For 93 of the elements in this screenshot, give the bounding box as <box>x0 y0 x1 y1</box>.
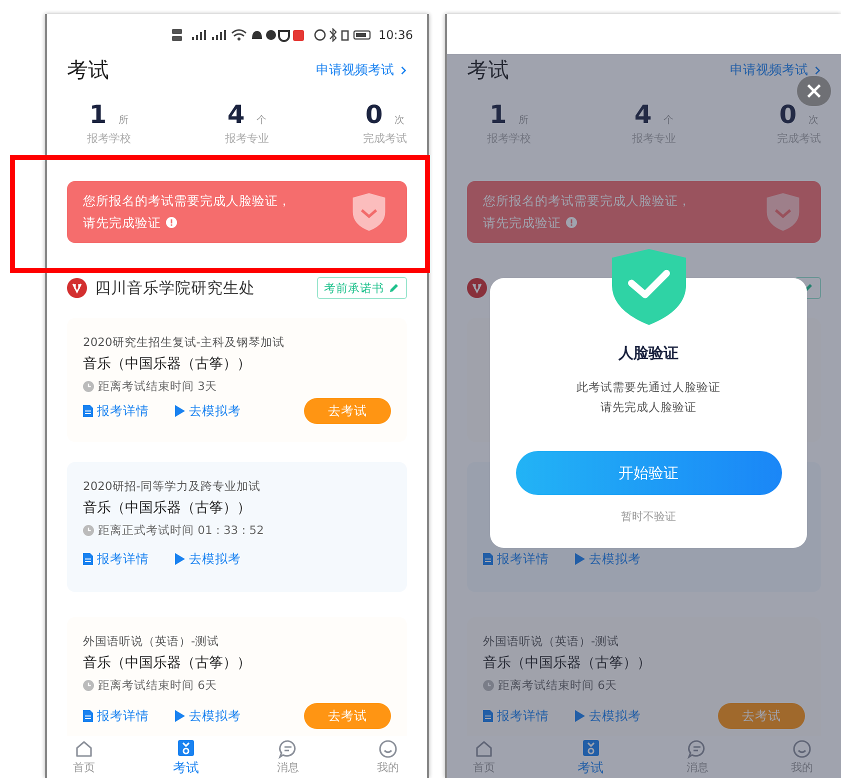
document-icon <box>83 553 93 565</box>
tab-item[interactable]: 我的 <box>377 736 399 778</box>
shield-icon <box>351 192 388 232</box>
stat-unit: 个 <box>664 114 674 127</box>
school-logo-icon <box>67 278 87 298</box>
exam-subject: 音乐（中国乐器（古筝）） <box>483 654 652 673</box>
video-exam-link[interactable]: 申请视频考试 <box>316 61 408 79</box>
tab-item[interactable]: 消息 <box>686 736 708 778</box>
tab-item[interactable]: 消息 <box>277 736 299 778</box>
stat-number: 1 <box>489 102 507 127</box>
clock-icon <box>83 680 94 690</box>
stat-unit: 次 <box>394 114 405 127</box>
stat-label: 报考专业 <box>225 131 270 146</box>
countdown-text: 距离考试结束时间 6天 <box>98 677 217 694</box>
stat-label: 报考学校 <box>87 131 131 146</box>
school-name: 四川音乐学院研究生处 <box>95 278 255 298</box>
mock-exam-link[interactable]: 去模拟考 <box>589 708 642 724</box>
stat-label: 完成考试 <box>363 131 408 146</box>
play-icon <box>575 553 586 565</box>
video-exam-link[interactable]: 申请视频考试 <box>730 61 821 79</box>
document-icon <box>483 710 494 722</box>
countdown-text: 距离正式考试时间 01 : 33 : 52 <box>98 522 264 539</box>
play-icon <box>575 710 586 722</box>
details-link[interactable]: 报考详情 <box>97 708 149 724</box>
verification-banner[interactable]: 您所报名的考试需要完成人脸验证， 请先完成验证 <box>67 181 408 243</box>
exam-name: 2020研招-同等学力及跨专业加试 <box>83 478 262 495</box>
home-icon <box>474 739 494 759</box>
exam-subject: 音乐（中国乐器（古筝）） <box>83 499 252 518</box>
dialog-title: 人脸验证 <box>618 344 679 363</box>
details-link[interactable]: 报考详情 <box>97 402 149 420</box>
close-button[interactable] <box>797 76 831 106</box>
school-logo-icon <box>467 278 488 298</box>
document-icon <box>83 405 93 417</box>
tab-item[interactable]: 首页 <box>73 736 95 778</box>
banner-text: 您所报名的考试需要完成人脸验证， 请先完成验证 <box>483 192 692 232</box>
pencil-icon <box>388 282 400 294</box>
verification-banner[interactable]: 您所报名的考试需要完成人脸验证， 请先完成验证 <box>467 181 821 243</box>
mock-exam-link[interactable]: 去模拟考 <box>189 402 241 420</box>
clock-icon <box>83 380 94 392</box>
play-icon <box>175 405 185 417</box>
chat-icon <box>687 739 708 759</box>
stat-number: 0 <box>779 102 797 127</box>
stat-number: 4 <box>227 102 245 127</box>
details-link[interactable]: 报考详情 <box>97 550 149 568</box>
mock-exam-link[interactable]: 去模拟考 <box>189 708 241 724</box>
take-exam-button[interactable]: 去考试 <box>718 703 805 729</box>
tab-item[interactable]: 考试 <box>578 736 604 778</box>
page-title: 考试 <box>467 57 510 84</box>
stat-number: 1 <box>89 102 107 127</box>
stat-unit: 次 <box>808 114 819 127</box>
start-verification-button[interactable]: 开始验证 <box>516 451 782 495</box>
play-icon <box>175 553 185 565</box>
dialog-message: 此考试需要先通过人脸验证 请先完成人脸验证 <box>576 379 721 416</box>
tab-item[interactable]: 我的 <box>791 736 813 778</box>
info-icon <box>166 217 177 228</box>
exam-name: 外国语听说（英语）-测试 <box>83 633 220 650</box>
status-time: 10:36 <box>378 28 414 42</box>
take-exam-button[interactable]: 去考试 <box>304 703 392 729</box>
tab-item[interactable]: 考试 <box>173 736 199 778</box>
exam-name: 2020研究生招生复试-主科及钢琴加试 <box>83 334 286 351</box>
banner-text: 您所报名的考试需要完成人脸验证， 请先完成验证 <box>83 192 291 232</box>
details-link[interactable]: 报考详情 <box>497 708 550 724</box>
stat-unit: 所 <box>118 114 129 127</box>
exam-subject: 音乐（中国乐器（古筝）） <box>83 654 252 673</box>
exam-subject: 音乐（中国乐器（古筝）） <box>83 355 252 374</box>
exam-name: 外国语听说（英语）-测试 <box>483 633 620 650</box>
document-icon <box>483 553 494 565</box>
countdown-text: 距离考试结束时间 6天 <box>498 677 618 694</box>
details-link[interactable]: 报考详情 <box>497 550 550 568</box>
stat-number: 0 <box>365 102 383 127</box>
smiley-icon <box>792 739 812 759</box>
take-exam-button[interactable]: 去考试 <box>304 398 392 424</box>
mock-exam-link[interactable]: 去模拟考 <box>189 550 241 568</box>
mock-exam-link[interactable]: 去模拟考 <box>589 550 642 568</box>
chat-icon <box>278 739 298 759</box>
close-icon <box>807 84 821 98</box>
chevron-icon <box>400 64 408 76</box>
stat-unit: 所 <box>518 114 529 127</box>
info-icon <box>566 217 578 228</box>
tab-item[interactable]: 首页 <box>473 736 496 778</box>
clock-icon <box>483 680 494 690</box>
stat-unit: 个 <box>256 114 267 127</box>
home-icon <box>74 739 94 759</box>
pledge-button[interactable]: 考前承诺书 <box>317 277 408 299</box>
skip-verification-link[interactable]: 暂时不验证 <box>621 509 676 524</box>
smiley-icon <box>378 739 398 759</box>
play-icon <box>175 710 185 722</box>
clock-icon <box>83 524 94 536</box>
page-title: 考试 <box>67 57 109 84</box>
stat-number: 4 <box>634 102 652 127</box>
document-icon <box>83 710 93 722</box>
countdown-text: 距离考试结束时间 3天 <box>98 378 217 395</box>
chevron-icon <box>814 64 821 76</box>
